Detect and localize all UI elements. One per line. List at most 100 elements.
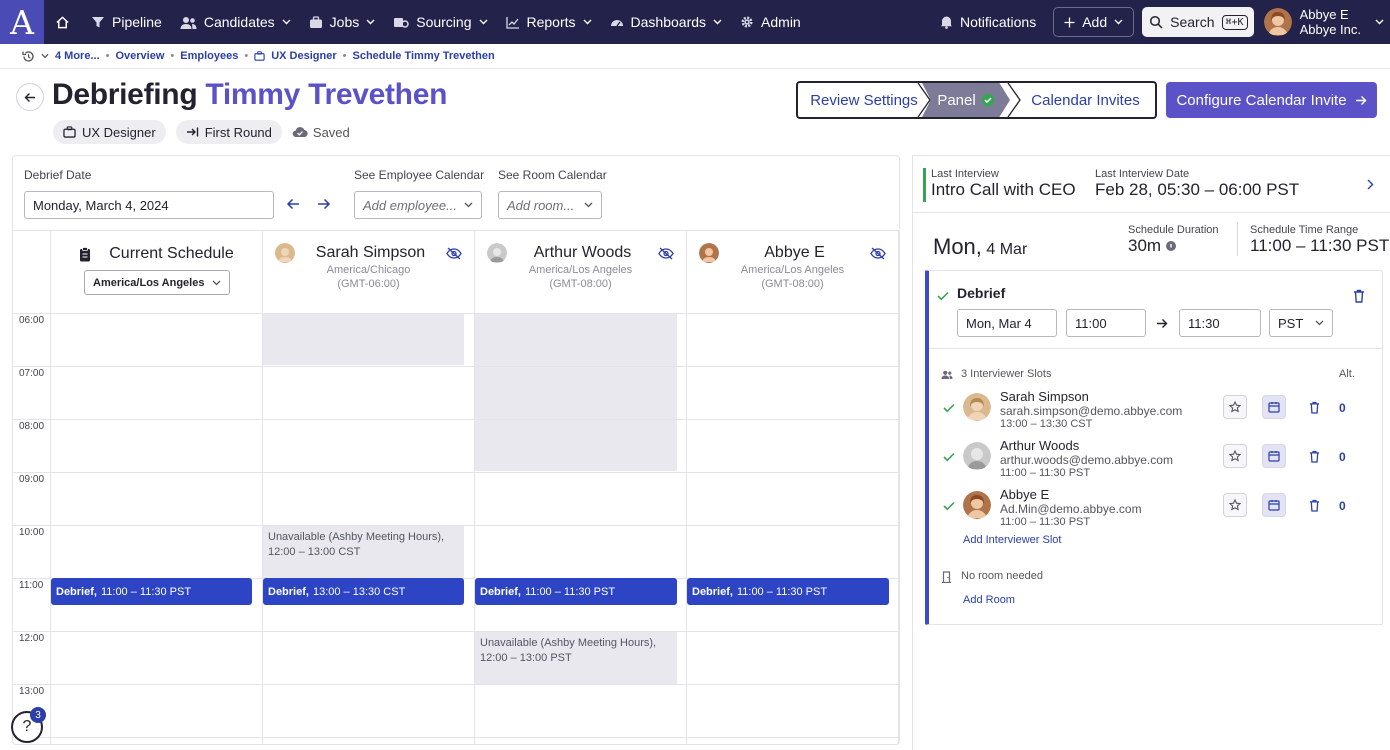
help-badge: 3 [30, 707, 46, 723]
star-icon [1229, 401, 1241, 413]
nav-sourcing[interactable]: Sourcing [384, 0, 496, 44]
check-icon [943, 403, 955, 413]
calendar-button[interactable] [1262, 493, 1286, 517]
history-icon[interactable] [22, 50, 35, 63]
last-interview-value: Intro Call with CEO [931, 180, 1076, 199]
schedule-day: Mon, 4 Mar [933, 234, 1027, 260]
debrief-event-sarah[interactable]: Debrief, 13:00 – 13:30 CST [263, 578, 464, 605]
breadcrumb-ux-designer[interactable]: UX Designer [271, 50, 336, 62]
event-time: 13:00 – 13:30 CST [312, 585, 406, 598]
end-time-value: 11:30 [1188, 315, 1220, 331]
trash-icon[interactable] [1309, 401, 1320, 414]
previous-day-button[interactable] [286, 198, 300, 210]
eye-off-icon[interactable] [870, 247, 886, 260]
breadcrumb-employees[interactable]: Employees [180, 50, 238, 62]
debrief-date-input[interactable]: Monday, March 4, 2024 [24, 191, 274, 219]
back-button[interactable] [16, 83, 44, 111]
timezone-field[interactable]: PST [1269, 309, 1333, 337]
briefcase-icon [254, 51, 265, 61]
timezone-select[interactable]: America/Los Angeles [84, 270, 230, 295]
schedule-day-big: Mon, [933, 234, 982, 259]
people-icon [180, 16, 197, 29]
arthur-avatar [487, 243, 507, 263]
job-tag[interactable]: UX Designer [53, 120, 166, 144]
nav-reports[interactable]: Reports [497, 0, 601, 44]
sarah-column-name: Sarah Simpson [315, 244, 426, 261]
sarah-column-offset: (GMT-06:00) [337, 278, 400, 290]
add-room-select[interactable]: Add room... [498, 191, 602, 219]
top-nav: A Pipeline Candidates Jobs Sourcing Repo… [0, 0, 1390, 44]
chevron-right-icon[interactable] [1367, 179, 1374, 190]
eye-off-icon[interactable] [446, 247, 462, 260]
configure-label: Configure Calendar Invite [1176, 91, 1347, 109]
calendar-panel: Debrief Date Monday, March 4, 2024 See E… [12, 155, 900, 745]
nav-candidates[interactable]: Candidates [171, 0, 300, 44]
debrief-event-arthur[interactable]: Debrief, 11:00 – 11:30 PST [475, 578, 677, 605]
chevron-down-icon [282, 19, 291, 25]
nav-dashboards[interactable]: Dashboards [601, 0, 732, 44]
step-panel[interactable]: Panel [922, 83, 1010, 117]
calendar-icon [1268, 500, 1280, 511]
eye-off-icon[interactable] [658, 247, 674, 260]
page-title-prefix: Debriefing [52, 78, 198, 111]
nav-jobs[interactable]: Jobs [300, 0, 385, 44]
interviewer-name: Abbye E [1000, 487, 1050, 502]
debrief-event-current[interactable]: Debrief, 11:00 – 11:30 PST [51, 578, 252, 605]
step-calendar-invites[interactable]: Calendar Invites [1010, 83, 1155, 117]
star-button[interactable] [1223, 395, 1247, 419]
chevron-down-icon [1114, 19, 1123, 25]
nav-pipeline[interactable]: Pipeline [82, 0, 171, 44]
arrow-left-icon [24, 92, 35, 102]
add-room-link[interactable]: Add Room [963, 594, 1015, 606]
star-button[interactable] [1223, 493, 1247, 517]
notifications-button[interactable]: Notifications [931, 0, 1045, 44]
candidate-name[interactable]: Timmy Trevethen [205, 78, 447, 111]
start-time-field[interactable]: 11:00 [1066, 309, 1146, 337]
trash-icon[interactable] [1309, 450, 1320, 463]
nav-admin[interactable]: Admin [731, 0, 810, 44]
info-icon[interactable] [1166, 241, 1177, 251]
calendar-button[interactable] [1262, 395, 1286, 419]
arrow-right-icon [1157, 319, 1168, 328]
briefcase-icon [309, 15, 322, 28]
arthur-column-tz: America/Los Angeles [528, 264, 633, 276]
trash-icon[interactable] [1353, 289, 1365, 303]
breadcrumb-schedule[interactable]: Schedule Timmy Trevethen [353, 50, 495, 62]
stage-tag[interactable]: First Round [175, 120, 282, 144]
chevron-down-icon[interactable] [41, 53, 49, 59]
nav-admin-label: Admin [761, 14, 801, 30]
trash-icon[interactable] [1309, 499, 1320, 512]
add-button[interactable]: Add [1053, 7, 1135, 37]
breadcrumb-more[interactable]: 4 More... [55, 50, 100, 62]
home-nav-button[interactable] [44, 0, 82, 44]
configure-calendar-invite-button[interactable]: Configure Calendar Invite [1166, 82, 1377, 118]
end-time-field[interactable]: 11:30 [1179, 309, 1261, 337]
time-label: 11:00 [19, 580, 44, 591]
debrief-date-field[interactable]: Mon, Mar 4 [957, 309, 1057, 337]
breadcrumb-overview[interactable]: Overview [115, 50, 164, 62]
interviewer-slot: Sarah Simpson sarah.simpson@demo.abbye.c… [941, 389, 1371, 437]
search-button[interactable]: Search ⌘+K [1142, 7, 1254, 37]
unavailable-block-arthur: Unavailable (Ashby Meeting Hours), 12:00… [475, 632, 677, 684]
last-date-label: Last Interview Date [1095, 168, 1190, 180]
ashby-logo[interactable]: A [0, 0, 44, 44]
add-interviewer-slot-link[interactable]: Add Interviewer Slot [963, 534, 1061, 546]
arrow-right-to-line-icon [186, 127, 198, 137]
job-tag-label: UX Designer [82, 124, 156, 140]
calendar-button[interactable] [1262, 444, 1286, 468]
sourcing-icon [394, 17, 409, 28]
unavailable-time: 12:00 – 13:00 PST [480, 652, 572, 664]
star-button[interactable] [1223, 444, 1247, 468]
header-tags: UX Designer First Round Saved [53, 120, 350, 144]
user-menu[interactable]: Abbye E Abbye Inc. [1263, 7, 1390, 37]
chevron-down-icon [464, 202, 473, 208]
time-label: 12:00 [19, 633, 45, 644]
next-day-button[interactable] [317, 198, 331, 210]
add-employee-select[interactable]: Add employee... [354, 191, 482, 219]
time-label: 07:00 [19, 368, 45, 379]
last-date-value: Feb 28, 05:30 – 06:00 PST [1095, 180, 1300, 199]
debrief-event-abbye[interactable]: Debrief, 11:00 – 11:30 PST [687, 578, 889, 605]
interviewer-slot: Abbye E Ad.Min@demo.abbye.com 11:00 – 11… [941, 487, 1371, 535]
step-review-settings[interactable]: Review Settings [798, 83, 930, 117]
nav-pipeline-label: Pipeline [112, 14, 162, 30]
